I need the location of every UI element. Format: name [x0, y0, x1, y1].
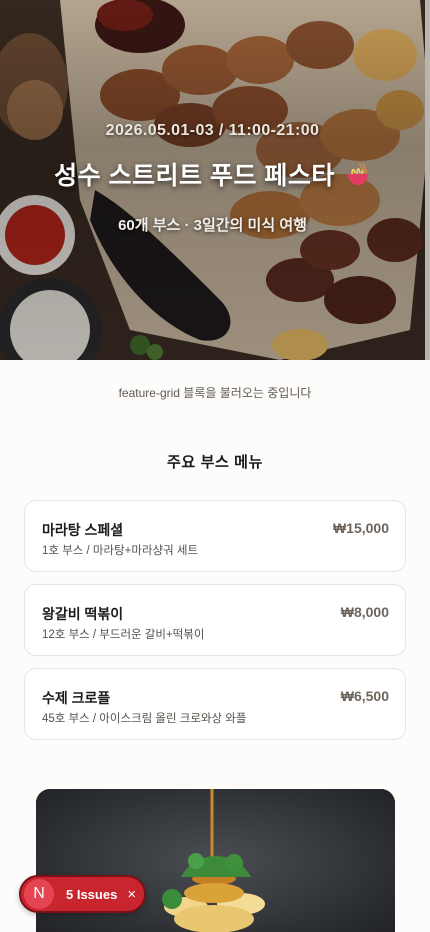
- scrollbar[interactable]: [425, 0, 430, 360]
- menu-item-desc: 1호 부스 / 마라탕+마라샹궈 세트: [42, 545, 199, 557]
- section-title: 주요 부스 메뉴: [167, 454, 263, 471]
- menu-item-name: 왕갈비 떡볶이: [42, 606, 124, 622]
- hero-banner: 2026.05.01-03 / 11:00-21:00 성수 스트리트 푸드 페…: [0, 0, 430, 360]
- menu-card[interactable]: 왕갈비 떡볶이 12호 부스 / 부드러운 갈비+떡볶이 ₩8,000: [24, 584, 406, 656]
- hero-subtitle: 60개 부스 · 3일간의 미식 여행: [118, 217, 307, 234]
- menu-item-price: ₩15,000: [332, 520, 389, 536]
- issues-badge[interactable]: N 5 Issues ×: [19, 875, 146, 913]
- menu-card[interactable]: 수제 크로플 45호 부스 / 아이스크림 올린 크로와상 와플 ₩6,500: [24, 668, 406, 740]
- menu-item-name: 수제 크로플: [42, 690, 111, 706]
- next-logo-icon: N: [24, 879, 54, 909]
- hero-date: 2026.05.01-03 / 11:00-21:00: [105, 122, 320, 139]
- hero-title: 성수 스트리트 푸드 페스타: [0, 156, 425, 192]
- menu-item-desc: 45호 부스 / 아이스크림 올린 크로와상 와플: [42, 713, 247, 725]
- menu-item-name: 마라탕 스페셜: [42, 522, 124, 538]
- close-icon[interactable]: ×: [127, 886, 136, 903]
- menu-card[interactable]: 마라탕 스페셜 1호 부스 / 마라탕+마라샹궈 세트 ₩15,000: [24, 500, 406, 572]
- issues-count: 5 Issues: [66, 886, 118, 902]
- ramen-bowl-icon: [347, 162, 368, 185]
- menu-item-desc: 12호 부스 / 부드러운 갈비+떡볶이: [42, 629, 205, 641]
- loading-notice: feature-grid 블록을 불러오는 중입니다: [118, 386, 312, 400]
- menu-item-price: ₩6,500: [340, 688, 389, 704]
- hero-title-text: 성수 스트리트 푸드 페스타: [54, 162, 335, 190]
- menu-item-price: ₩8,000: [340, 604, 389, 620]
